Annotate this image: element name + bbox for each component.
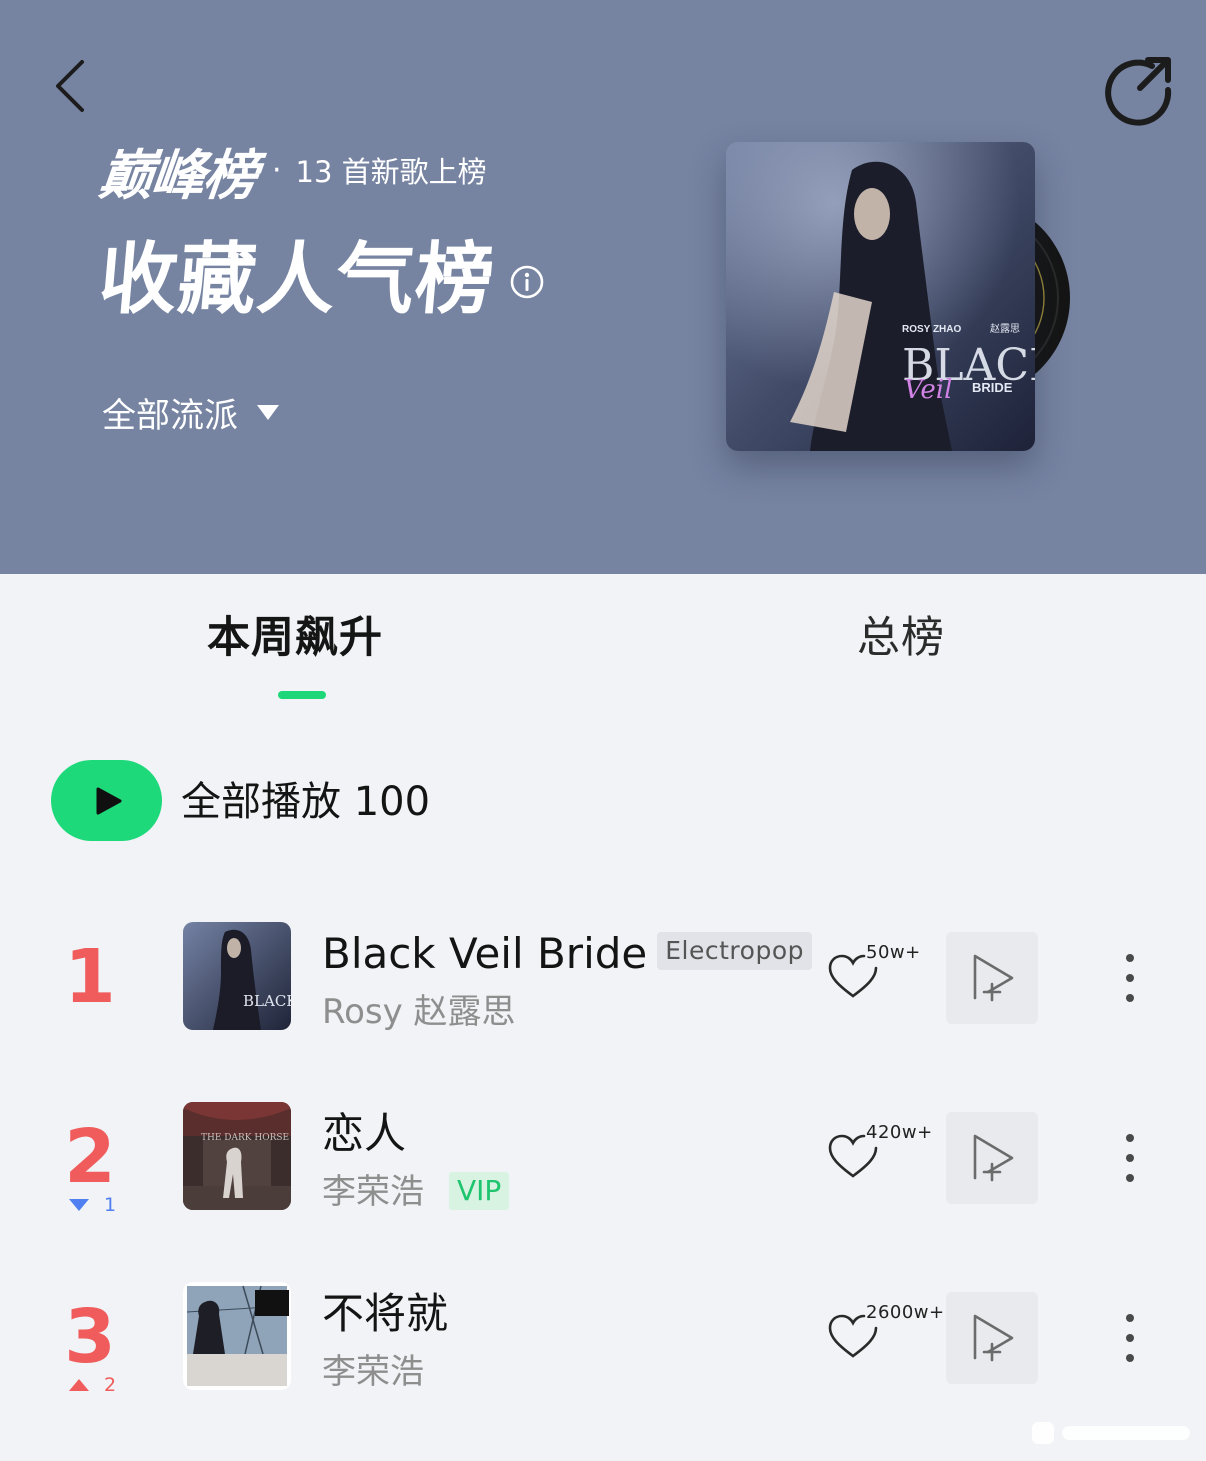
chart-header: 巅峰榜 · 13 首新歌上榜 收藏人气榜 全部流派 ROSY ZHAO 赵露思 … [0,0,1206,574]
chart-title-row: 收藏人气榜 [95,228,545,325]
genre-filter-label: 全部流派 [102,395,238,436]
genre-filter[interactable]: 全部流派 [102,388,280,436]
back-button[interactable] [48,52,96,120]
caret-down-icon [257,405,279,420]
brand-logo: 巅峰榜 [96,143,259,207]
chart-cover[interactable]: ROSY ZHAO 赵露思 BLACK Veil BRIDE [726,142,1086,452]
arrow-down-icon [69,1199,89,1211]
play-all-label[interactable]: 全部播放 100 [181,774,430,830]
add-to-playlist-button[interactable] [946,1112,1038,1204]
rank-change-down: 1 [68,1190,116,1220]
genre-tag[interactable]: Electropop [657,932,812,970]
album-cover-image: ROSY ZHAO 赵露思 BLACK Veil BRIDE [726,142,1035,451]
song-artist[interactable]: 李荣浩 [322,1348,424,1396]
song-cover-text: BLACK [243,992,291,1010]
new-songs-count: 13 首新歌上榜 [295,155,487,189]
watermark-image [1032,1422,1190,1444]
song-artist[interactable]: 李荣浩 [322,1168,424,1216]
cover-title-script: Veil [904,375,952,405]
add-to-playlist-icon [973,1134,1014,1182]
brand-separator: · [272,152,282,188]
song-artist[interactable]: Rosy 赵露思 [322,988,516,1036]
favorite-count: 420w+ [866,1122,933,1143]
page-title: 收藏人气榜 [95,235,499,325]
add-to-playlist-button[interactable] [946,1292,1038,1384]
add-to-playlist-button[interactable] [946,932,1038,1024]
more-options-icon[interactable] [1116,1130,1144,1186]
song-row[interactable]: 2 1 THE DARK HORSE 恋人 李荣浩 VIP 420w+ [0,1102,1206,1232]
add-to-playlist-icon [973,954,1014,1002]
tab-weekly-rising[interactable]: 本周飙升 [207,606,383,670]
rank-change-up: 2 [68,1370,116,1400]
add-to-playlist-icon [973,1314,1014,1362]
song-row[interactable]: 1 BLACK Black Veil Bride Electropop Rosy… [0,922,1206,1052]
share-arrow-icon [1105,57,1172,126]
song-title[interactable]: Black Veil Bride [322,926,647,982]
play-all-button[interactable] [51,760,162,841]
arrow-up-icon [69,1379,89,1391]
more-options-icon[interactable] [1116,950,1144,1006]
song-cover-image: THE DARK HORSE [183,1102,291,1210]
tab-overall[interactable]: 总榜 [857,606,945,670]
cover-artist-en: ROSY ZHAO [902,324,961,335]
play-icon [96,787,122,815]
song-cover-text: THE DARK HORSE [201,1133,289,1143]
brand-row: 巅峰榜 · 13 首新歌上榜 [96,138,487,207]
favorite-count: 2600w+ [866,1302,945,1323]
song-title[interactable]: 恋人 [322,1106,406,1162]
more-options-icon[interactable] [1116,1310,1144,1366]
share-button[interactable] [1100,48,1180,128]
song-cover-image: BLACK [183,922,291,1030]
song-title[interactable]: 不将就 [322,1286,448,1342]
chevron-left-icon [56,60,84,112]
rank-change-amount: 1 [104,1194,117,1216]
song-cover-image [183,1282,291,1390]
cover-title-small: BRIDE [972,380,1013,395]
rank-number: 1 [64,934,116,1020]
info-icon[interactable] [509,264,545,300]
song-row[interactable]: 3 2 不将就 李荣浩 2600w+ [0,1282,1206,1412]
rank-change-amount: 2 [104,1374,117,1396]
vip-badge: VIP [449,1172,510,1210]
active-tab-indicator [278,691,326,699]
favorite-count: 50w+ [866,942,921,963]
cover-artist-cn: 赵露思 [990,322,1020,335]
rank-number: 3 [64,1294,116,1380]
rank-number: 2 [64,1114,116,1200]
